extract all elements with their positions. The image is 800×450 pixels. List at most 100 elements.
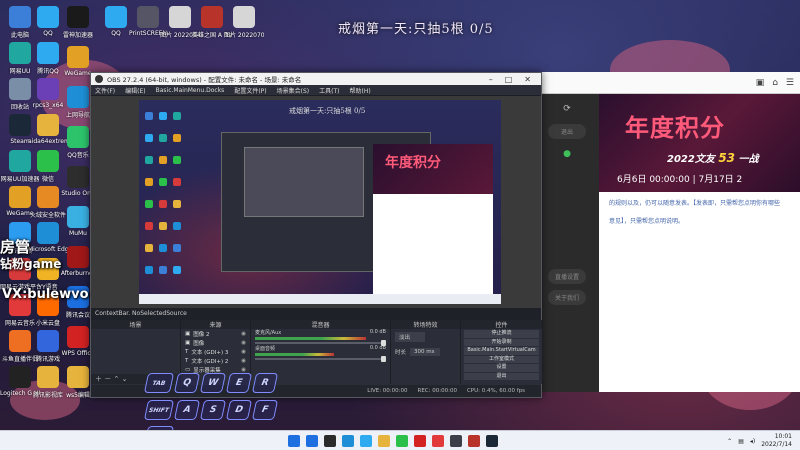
down-icon[interactable]: ⌄ <box>122 375 128 383</box>
banner-subtitle-tail: 一战 <box>738 154 759 165</box>
logout-button[interactable]: 退出 <box>548 124 586 139</box>
overlay-contact: VX:bulewvo <box>2 287 89 302</box>
refresh-icon[interactable]: ⟳ <box>535 104 599 114</box>
visibility-icon[interactable]: ◉ <box>241 367 246 373</box>
menu-icon[interactable]: ☰ <box>786 78 794 88</box>
taskbar-app-icon[interactable] <box>378 435 390 447</box>
obs-window[interactable]: OBS 27.2.4 (64-bit, windows) - 配置文件: 未命名… <box>90 72 543 398</box>
keyboard-key: W <box>199 373 227 393</box>
clock-time: 10:01 <box>774 433 792 440</box>
studio-one-icon <box>67 166 89 188</box>
obs-titlebar[interactable]: OBS 27.2.4 (64-bit, windows) - 配置文件: 未命名… <box>91 73 541 85</box>
taskbar-clock[interactable]: 10:01 2022/7/14 <box>761 433 792 449</box>
obs-preview-canvas[interactable]: 戒烟第一天:只抽5根 0/5 年度积分 <box>139 100 501 304</box>
taskbar-app-icon[interactable] <box>432 435 444 447</box>
transition-type-select[interactable]: 淡出 <box>395 332 425 342</box>
booster-icon <box>67 6 89 28</box>
add-icon[interactable]: ＋ <box>95 375 102 383</box>
volume-icon[interactable]: ◂) <box>750 438 755 445</box>
taskbar-app-icon[interactable] <box>342 435 354 447</box>
minimize-icon[interactable]: – <box>489 75 493 84</box>
nested-banner-title: 年度积分 <box>385 155 441 171</box>
preview-mini-icon <box>159 266 167 274</box>
menu-item[interactable]: 帮助(H) <box>349 86 370 95</box>
chevron-up-icon[interactable]: ⌃ <box>727 438 732 445</box>
volume-slider[interactable] <box>255 356 386 362</box>
taskbar-app-icon[interactable] <box>324 435 336 447</box>
about-button[interactable]: 关于我们 <box>548 290 586 305</box>
taskbar-app-icon[interactable] <box>486 435 498 447</box>
taskbar-app-icon[interactable] <box>414 435 426 447</box>
mixer-channel-name: 麦克风/Aux <box>255 330 282 336</box>
source-item[interactable]: T 文本 (GDI+) 2 ◉ <box>181 356 250 365</box>
desktop-icon[interactable]: 雷神加速器 <box>58 6 98 39</box>
qq-icon <box>37 42 59 64</box>
transitions-dock[interactable]: 转场特效 淡出 时长 300 ms <box>391 320 461 384</box>
wegame-icon <box>67 46 89 68</box>
menu-item[interactable]: Basic.MainMenu.Docks <box>156 87 225 94</box>
menu-item[interactable]: 文件(F) <box>95 86 115 95</box>
image-icon <box>233 6 255 28</box>
live-settings-button[interactable]: 直播设置 <box>548 269 586 284</box>
cpu-status: CPU: 0.4%, 60.00 fps <box>466 388 525 394</box>
source-item[interactable]: T 文本 (GDI+) 3 ◉ <box>181 347 250 356</box>
taskbar-app-icon[interactable] <box>468 435 480 447</box>
up-icon[interactable]: ⌃ <box>113 375 119 383</box>
network-icon[interactable]: ▤ <box>738 438 744 445</box>
volume-slider-knob[interactable] <box>381 356 386 362</box>
mixer-channel[interactable]: 麦克风/Aux 0.0 dB <box>251 329 390 346</box>
folder-icon <box>37 114 59 136</box>
content-line: 意见】，只需帮您点明说明。 <box>609 218 685 225</box>
taskbar-app-icon[interactable] <box>396 435 408 447</box>
monitor-icon: ▭ <box>185 366 191 373</box>
live-status: LIVE: 00:00:00 <box>367 388 408 394</box>
text-icon: T <box>185 348 189 355</box>
taskbar-app-icon[interactable] <box>360 435 372 447</box>
preview-mini-icon <box>145 200 153 208</box>
volume-slider-knob[interactable] <box>381 340 386 346</box>
source-item[interactable]: ▣ 图像 2 ◉ <box>181 329 250 338</box>
visibility-icon[interactable]: ◉ <box>241 340 246 346</box>
content-line: 的规则以及，仍可以随意发表。【发表即，只需帮您点明你有哪些 <box>609 200 781 207</box>
volume-slider[interactable] <box>255 340 386 346</box>
transition-duration-input[interactable]: 300 ms <box>410 348 441 356</box>
visibility-icon[interactable]: ◉ <box>241 358 246 364</box>
taskbar-app-icon[interactable] <box>450 435 462 447</box>
menu-item[interactable]: 编辑(E) <box>125 86 145 95</box>
menu-item[interactable]: 场景集合(S) <box>277 86 310 95</box>
visibility-icon[interactable]: ◉ <box>241 331 246 337</box>
level-meter <box>255 337 367 340</box>
mixer-channel-db: 0.0 dB <box>369 345 386 351</box>
browser-window[interactable]: ▣ ⌂ ☰ ⟳ 退出 ● 直播设置 关于我们 年度积分 2022文友 53 一战… <box>534 72 800 392</box>
mixer-channel[interactable]: 桌面音频 0.0 dB <box>251 345 390 362</box>
green-indicator-icon: ● <box>563 149 571 159</box>
event-banner[interactable]: 年度积分 2022文友 53 一战 6月6日 00:00:00 | 7月17日 … <box>599 94 800 192</box>
windows-start-icon[interactable] <box>288 435 300 447</box>
taskbar-app-icon[interactable] <box>306 435 318 447</box>
visibility-icon[interactable]: ◉ <box>241 349 246 355</box>
source-item[interactable]: ▣ 图像 ◉ <box>181 338 250 347</box>
tencent-game-icon <box>37 330 59 352</box>
menu-item[interactable]: 配置文件(P) <box>234 86 266 95</box>
menu-item[interactable]: 工具(T) <box>319 86 339 95</box>
control-button[interactable]: 停止推流 <box>464 330 539 338</box>
desktop-icon[interactable]: 图片 20220708 <box>224 6 264 39</box>
home-icon[interactable]: ⌂ <box>772 78 778 88</box>
maximize-icon[interactable]: □ <box>505 75 513 84</box>
obs-preview-area: 戒烟第一天:只抽5根 0/5 年度积分 <box>91 96 541 308</box>
close-icon[interactable]: ✕ <box>524 75 531 84</box>
control-button[interactable]: 退出 <box>464 372 539 380</box>
live-icon[interactable]: ▣ <box>756 78 765 88</box>
preview-mini-icon <box>159 222 167 230</box>
transition-type-row: 淡出 <box>391 329 460 345</box>
control-button[interactable]: 开始录制 <box>464 338 539 346</box>
controls-dock[interactable]: 控件 停止推流 开始录制 Basic.Main.StartVirtualCam 工作室… <box>461 320 543 384</box>
overlay-line-2: 钻粉game <box>0 257 62 271</box>
control-button[interactable]: 工作室模式 <box>464 355 539 363</box>
preview-mini-icon <box>173 200 181 208</box>
remove-icon[interactable]: － <box>104 375 111 383</box>
emulator-icon <box>67 206 89 228</box>
control-button[interactable]: 设置 <box>464 364 539 372</box>
system-tray: ⌃ ▤ ◂) 10:01 2022/7/14 <box>727 433 792 449</box>
control-button[interactable]: Basic.Main.StartVirtualCam <box>464 347 539 355</box>
